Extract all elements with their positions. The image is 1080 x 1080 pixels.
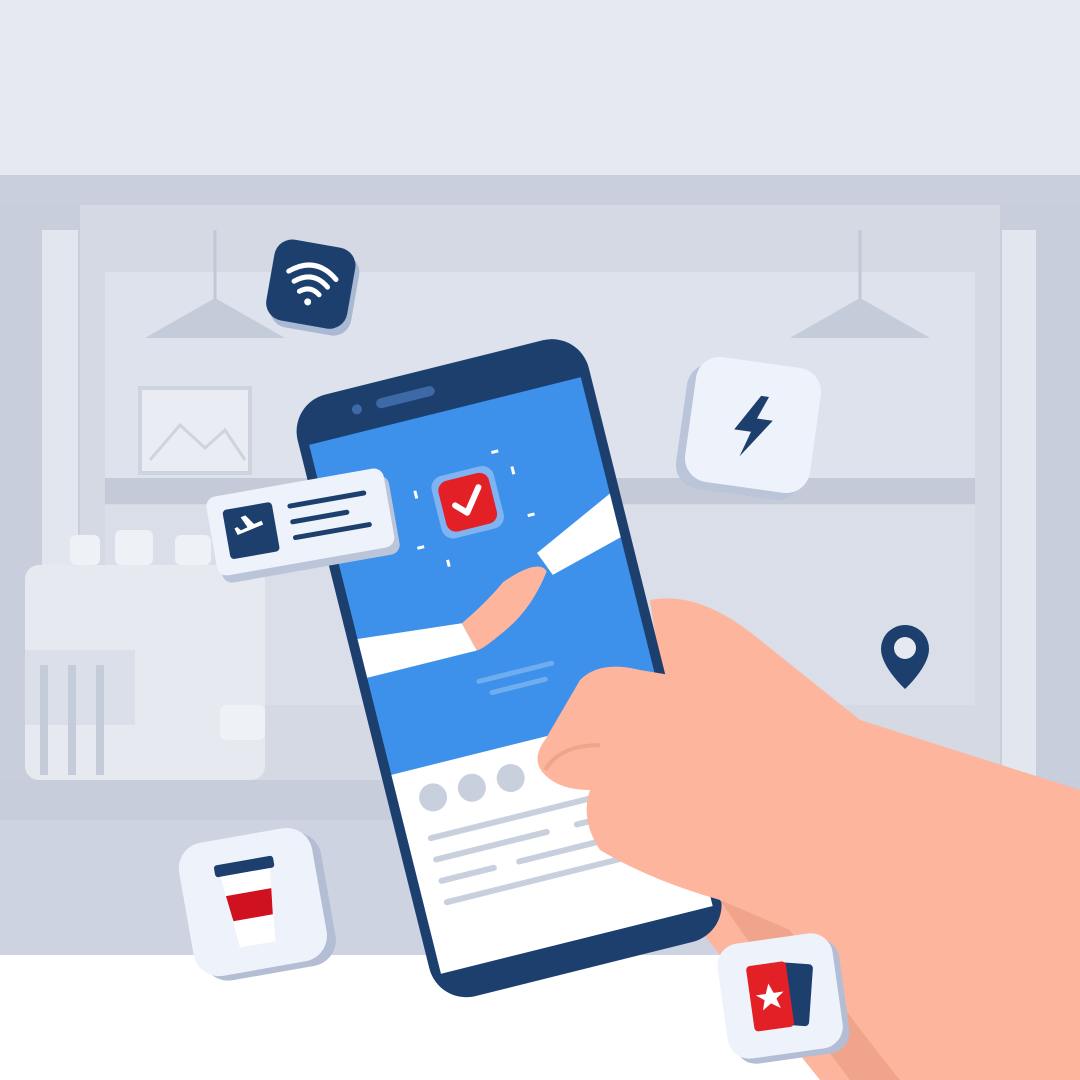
boarding-pass-badge (222, 502, 280, 559)
grinder-handle-2 (68, 665, 76, 775)
grinder-handle-3 (96, 665, 104, 775)
cafe-beam (0, 175, 1080, 205)
wall-picture (138, 386, 252, 475)
scene-svg (0, 0, 1080, 1080)
illustration-scene (0, 0, 1080, 1080)
espresso-cup (220, 705, 265, 740)
ceiling-area (0, 0, 1080, 175)
coffee-cup-tile (178, 827, 336, 981)
cup-on-machine-3 (175, 535, 211, 565)
ticket-tile (717, 933, 850, 1064)
grinder-handle-1 (40, 665, 48, 775)
cup-on-machine-1 (70, 535, 100, 565)
cup-on-machine-2 (115, 530, 153, 565)
right-pillar (1002, 230, 1036, 780)
lightning-tile (675, 356, 822, 500)
wifi-tile-face (266, 239, 356, 329)
wifi-tile (266, 239, 360, 336)
